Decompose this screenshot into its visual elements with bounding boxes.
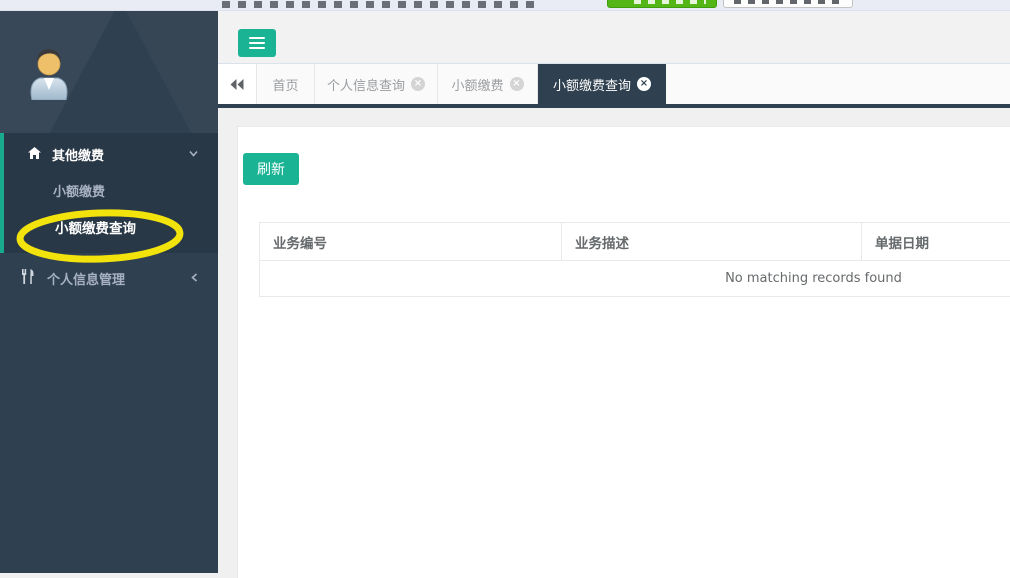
results-table-wrapper: 业务编号 业务描述 单据日期 No matching records found bbox=[259, 222, 1010, 297]
green-action-button-partial[interactable] bbox=[607, 0, 717, 8]
content-panel: 刷新 业务编号 业务描述 单据日期 No matching records fo… bbox=[237, 126, 1010, 578]
tab-label: 小额缴费查询 bbox=[553, 75, 631, 94]
utensils-icon bbox=[22, 269, 35, 284]
main-area: 首页 个人信息查询 × 小额缴费 × 小额缴费查询 × 刷新 业务编号 bbox=[218, 11, 1010, 573]
tab-label: 个人信息查询 bbox=[327, 75, 405, 94]
sidebar: 其他缴费 小额缴费 小额缴费查询 个人信息管理 bbox=[0, 11, 218, 573]
tab-label: 小额缴费 bbox=[451, 75, 503, 94]
sidebar-active-section: 其他缴费 小额缴费 小额缴费查询 bbox=[0, 133, 218, 253]
column-header-document-date: 单据日期 bbox=[862, 223, 1010, 261]
tab-personal-info-query[interactable]: 个人信息查询 × bbox=[315, 64, 438, 104]
tab-bar: 首页 个人信息查询 × 小额缴费 × 小额缴费查询 × bbox=[218, 63, 1010, 104]
user-avatar bbox=[26, 46, 72, 100]
tab-close-icon[interactable]: × bbox=[510, 77, 524, 91]
sidebar-item-other-payments[interactable]: 其他缴费 bbox=[4, 139, 218, 169]
refresh-button[interactable]: 刷新 bbox=[243, 153, 299, 185]
tab-home[interactable]: 首页 bbox=[257, 64, 315, 104]
column-header-business-desc: 业务描述 bbox=[562, 223, 862, 261]
tab-close-icon[interactable]: × bbox=[637, 77, 651, 91]
table-header-row: 业务编号 业务描述 单据日期 bbox=[260, 223, 1010, 261]
chevron-left-icon bbox=[191, 273, 198, 282]
sidebar-item-label: 个人信息管理 bbox=[47, 269, 125, 288]
hamburger-icon bbox=[249, 37, 265, 49]
tab-close-icon[interactable]: × bbox=[411, 77, 425, 91]
content-background: 刷新 业务编号 业务描述 单据日期 No matching records fo… bbox=[218, 108, 1010, 573]
tab-micro-payment[interactable]: 小额缴费 × bbox=[438, 64, 538, 104]
topbar bbox=[0, 0, 1010, 11]
empty-message: No matching records found bbox=[260, 261, 1010, 297]
chevron-down-icon bbox=[189, 150, 198, 157]
tab-label: 首页 bbox=[272, 75, 298, 94]
sidebar-item-micro-payment-query[interactable]: 小额缴费查询 bbox=[55, 219, 136, 239]
double-chevron-left-icon bbox=[230, 79, 244, 90]
secondary-dropdown-button-partial[interactable] bbox=[723, 0, 853, 8]
column-header-business-no: 业务编号 bbox=[260, 223, 562, 261]
menu-toggle-button[interactable] bbox=[238, 29, 276, 57]
clipped-page-title-text bbox=[222, 1, 540, 8]
sidebar-item-personal-info-mgmt[interactable]: 个人信息管理 bbox=[0, 263, 218, 295]
collapse-tabs-button[interactable] bbox=[218, 64, 257, 104]
tab-micro-payment-query-active[interactable]: 小额缴费查询 × bbox=[538, 64, 666, 104]
home-icon bbox=[28, 147, 41, 159]
empty-row: No matching records found bbox=[260, 261, 1010, 297]
sidebar-item-label: 其他缴费 bbox=[52, 145, 104, 164]
results-table: 业务编号 业务描述 单据日期 No matching records found bbox=[259, 222, 1010, 297]
sidebar-item-micro-payment[interactable]: 小额缴费 bbox=[53, 183, 105, 203]
top-toolbar bbox=[218, 11, 1010, 63]
